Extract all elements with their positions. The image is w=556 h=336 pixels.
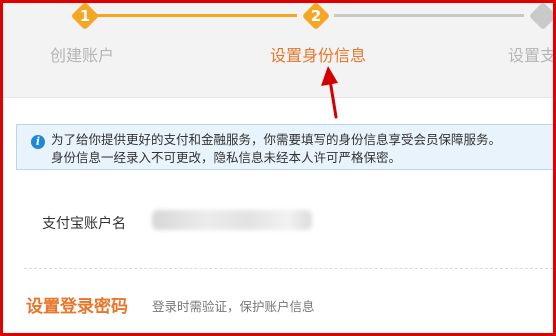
arrow-shaft — [328, 78, 338, 119]
red-arrow-annotation — [321, 66, 338, 119]
arrow-head-icon — [321, 66, 338, 86]
